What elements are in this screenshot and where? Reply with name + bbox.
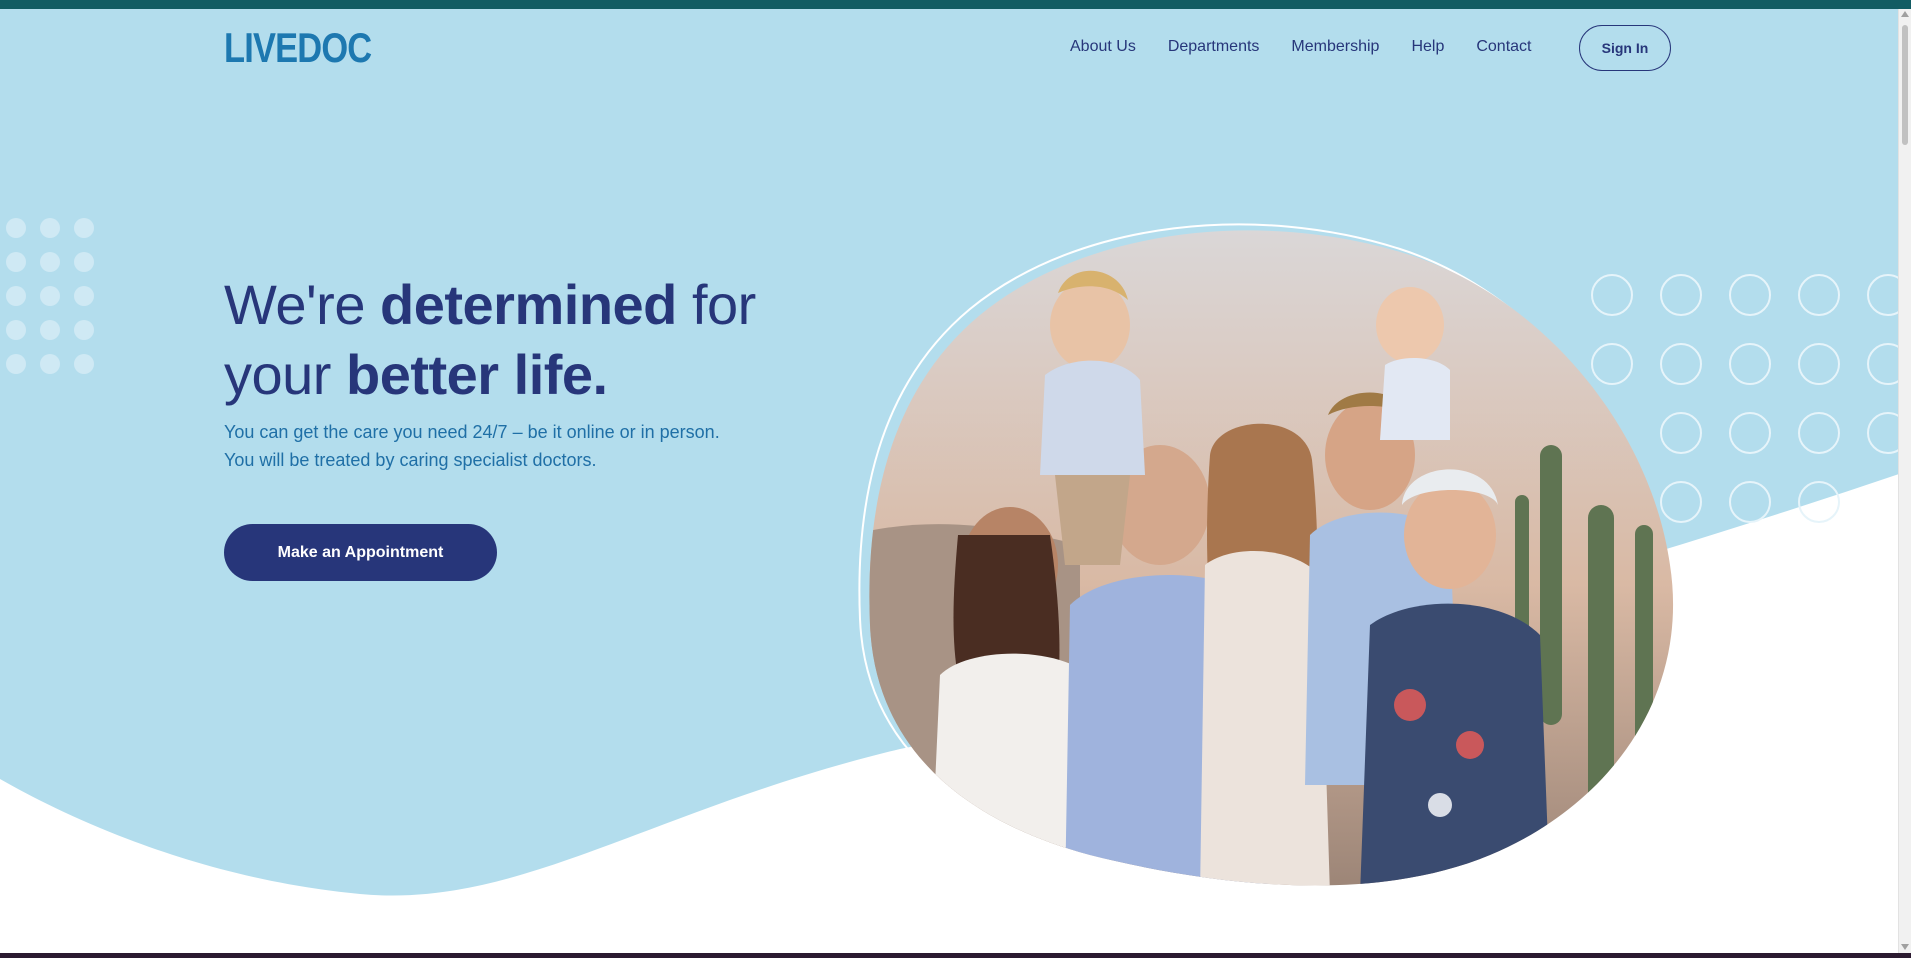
browser-bottom-strip bbox=[0, 953, 1911, 958]
scroll-up-arrow-icon[interactable] bbox=[1901, 11, 1909, 17]
nav-membership[interactable]: Membership bbox=[1291, 38, 1379, 56]
make-appointment-button[interactable]: Make an Appointment bbox=[224, 524, 497, 581]
heading-text: We're bbox=[224, 273, 381, 336]
heading-bold: better life. bbox=[346, 343, 608, 406]
site-logo[interactable]: LIVEDOC bbox=[224, 24, 372, 72]
heading-text: your bbox=[224, 343, 346, 406]
nav-about-us[interactable]: About Us bbox=[1070, 38, 1136, 56]
main-nav: About Us Departments Membership Help Con… bbox=[1070, 38, 1531, 56]
heading-bold: determined bbox=[380, 273, 677, 336]
nav-departments[interactable]: Departments bbox=[1168, 38, 1260, 56]
hero-subtext: You can get the care you need 24/7 – be … bbox=[224, 422, 720, 470]
scrollbar[interactable] bbox=[1898, 9, 1911, 953]
heading-text: for bbox=[676, 273, 756, 336]
browser-top-strip bbox=[0, 0, 1911, 9]
hero-heading: We're determined for your better life. bbox=[224, 270, 756, 410]
family-photo bbox=[858, 223, 1674, 886]
sign-in-button[interactable]: Sign In bbox=[1579, 25, 1671, 71]
nav-help[interactable]: Help bbox=[1411, 38, 1444, 56]
scroll-thumb[interactable] bbox=[1902, 25, 1908, 145]
scroll-down-arrow-icon[interactable] bbox=[1901, 944, 1909, 950]
nav-contact[interactable]: Contact bbox=[1476, 38, 1531, 56]
